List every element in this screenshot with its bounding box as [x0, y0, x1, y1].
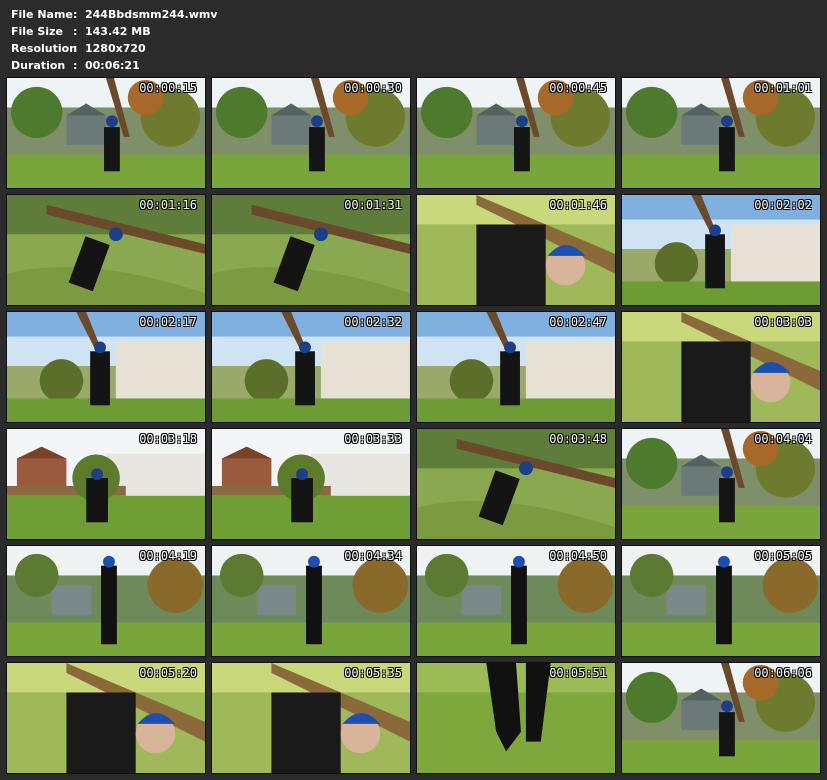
- info-colon: :: [73, 59, 78, 72]
- thumbnail-timestamp: 00:04:04: [754, 432, 812, 446]
- thumbnail-timestamp: 00:01:16: [139, 198, 197, 212]
- video-thumbnail: 00:06:06: [621, 662, 821, 774]
- video-thumbnail: 00:05:35: [211, 662, 411, 774]
- video-thumbnail: 00:04:19: [6, 545, 206, 657]
- video-thumbnail: 00:00:45: [416, 77, 616, 189]
- thumbnail-timestamp: 00:02:32: [344, 315, 402, 329]
- info-value: 1280x720: [85, 42, 146, 55]
- video-thumbnail: 00:01:31: [211, 194, 411, 306]
- video-thumbnail: 00:01:16: [6, 194, 206, 306]
- video-thumbnail: 00:02:32: [211, 311, 411, 423]
- file-info-panel: File Name:244Bbdsmm244.wmv File Size:143.…: [11, 6, 218, 74]
- thumbnail-timestamp: 00:00:45: [549, 81, 607, 95]
- video-thumbnail: 00:02:47: [416, 311, 616, 423]
- thumbnail-timestamp: 00:00:15: [139, 81, 197, 95]
- thumbnail-timestamp: 00:01:46: [549, 198, 607, 212]
- thumbnail-grid: 00:00:15 00:00:30 00:00:45 00:01:01 00:01:16…: [6, 77, 821, 774]
- thumbnail-timestamp: 00:02:47: [549, 315, 607, 329]
- video-thumbnail: 00:00:15: [6, 77, 206, 189]
- thumbnail-timestamp: 00:03:48: [549, 432, 607, 446]
- thumbnail-timestamp: 00:02:17: [139, 315, 197, 329]
- video-thumbnail: 00:03:03: [621, 311, 821, 423]
- thumbnail-timestamp: 00:04:19: [139, 549, 197, 563]
- video-thumbnail: 00:01:46: [416, 194, 616, 306]
- info-value: 244Bbdsmm244.wmv: [85, 8, 218, 21]
- video-thumbnail: 00:02:02: [621, 194, 821, 306]
- thumbnail-timestamp: 00:05:51: [549, 666, 607, 680]
- info-value: 00:06:21: [85, 59, 140, 72]
- thumbnail-timestamp: 00:02:02: [754, 198, 812, 212]
- video-thumbnail: 00:05:20: [6, 662, 206, 774]
- info-row: File Name:244Bbdsmm244.wmv: [11, 6, 218, 23]
- thumbnail-timestamp: 00:04:34: [344, 549, 402, 563]
- video-thumbnail: 00:03:18: [6, 428, 206, 540]
- thumbnail-timestamp: 00:03:18: [139, 432, 197, 446]
- thumbnail-timestamp: 00:01:31: [344, 198, 402, 212]
- info-key: File Size: [11, 25, 63, 38]
- video-thumbnail: 00:01:01: [621, 77, 821, 189]
- video-thumbnail: 00:04:50: [416, 545, 616, 657]
- info-colon: :: [73, 25, 78, 38]
- info-key: Resolution: [11, 42, 78, 55]
- video-thumbnail: 00:02:17: [6, 311, 206, 423]
- video-thumbnail: 00:04:34: [211, 545, 411, 657]
- info-key: File Name: [11, 8, 73, 21]
- video-thumbnail: 00:04:04: [621, 428, 821, 540]
- video-thumbnail: 00:03:48: [416, 428, 616, 540]
- info-colon: :: [73, 42, 78, 55]
- info-row: File Size:143.42 MB: [11, 23, 218, 40]
- thumbnail-timestamp: 00:03:03: [754, 315, 812, 329]
- thumbnail-timestamp: 00:03:33: [344, 432, 402, 446]
- info-value: 143.42 MB: [85, 25, 151, 38]
- thumbnail-timestamp: 00:04:50: [549, 549, 607, 563]
- thumbnail-timestamp: 00:05:05: [754, 549, 812, 563]
- info-key: Duration: [11, 59, 66, 72]
- thumbnail-timestamp: 00:05:20: [139, 666, 197, 680]
- thumbnail-timestamp: 00:00:30: [344, 81, 402, 95]
- info-row: Resolution:1280x720: [11, 40, 218, 57]
- video-thumbnail: 00:05:05: [621, 545, 821, 657]
- video-thumbnail: 00:05:51: [416, 662, 616, 774]
- video-thumbnail: 00:03:33: [211, 428, 411, 540]
- thumbnail-timestamp: 00:05:35: [344, 666, 402, 680]
- thumbnail-timestamp: 00:06:06: [754, 666, 812, 680]
- thumbnail-timestamp: 00:01:01: [754, 81, 812, 95]
- info-row: Duration:00:06:21: [11, 57, 218, 74]
- video-thumbnail: 00:00:30: [211, 77, 411, 189]
- info-colon: :: [73, 8, 78, 21]
